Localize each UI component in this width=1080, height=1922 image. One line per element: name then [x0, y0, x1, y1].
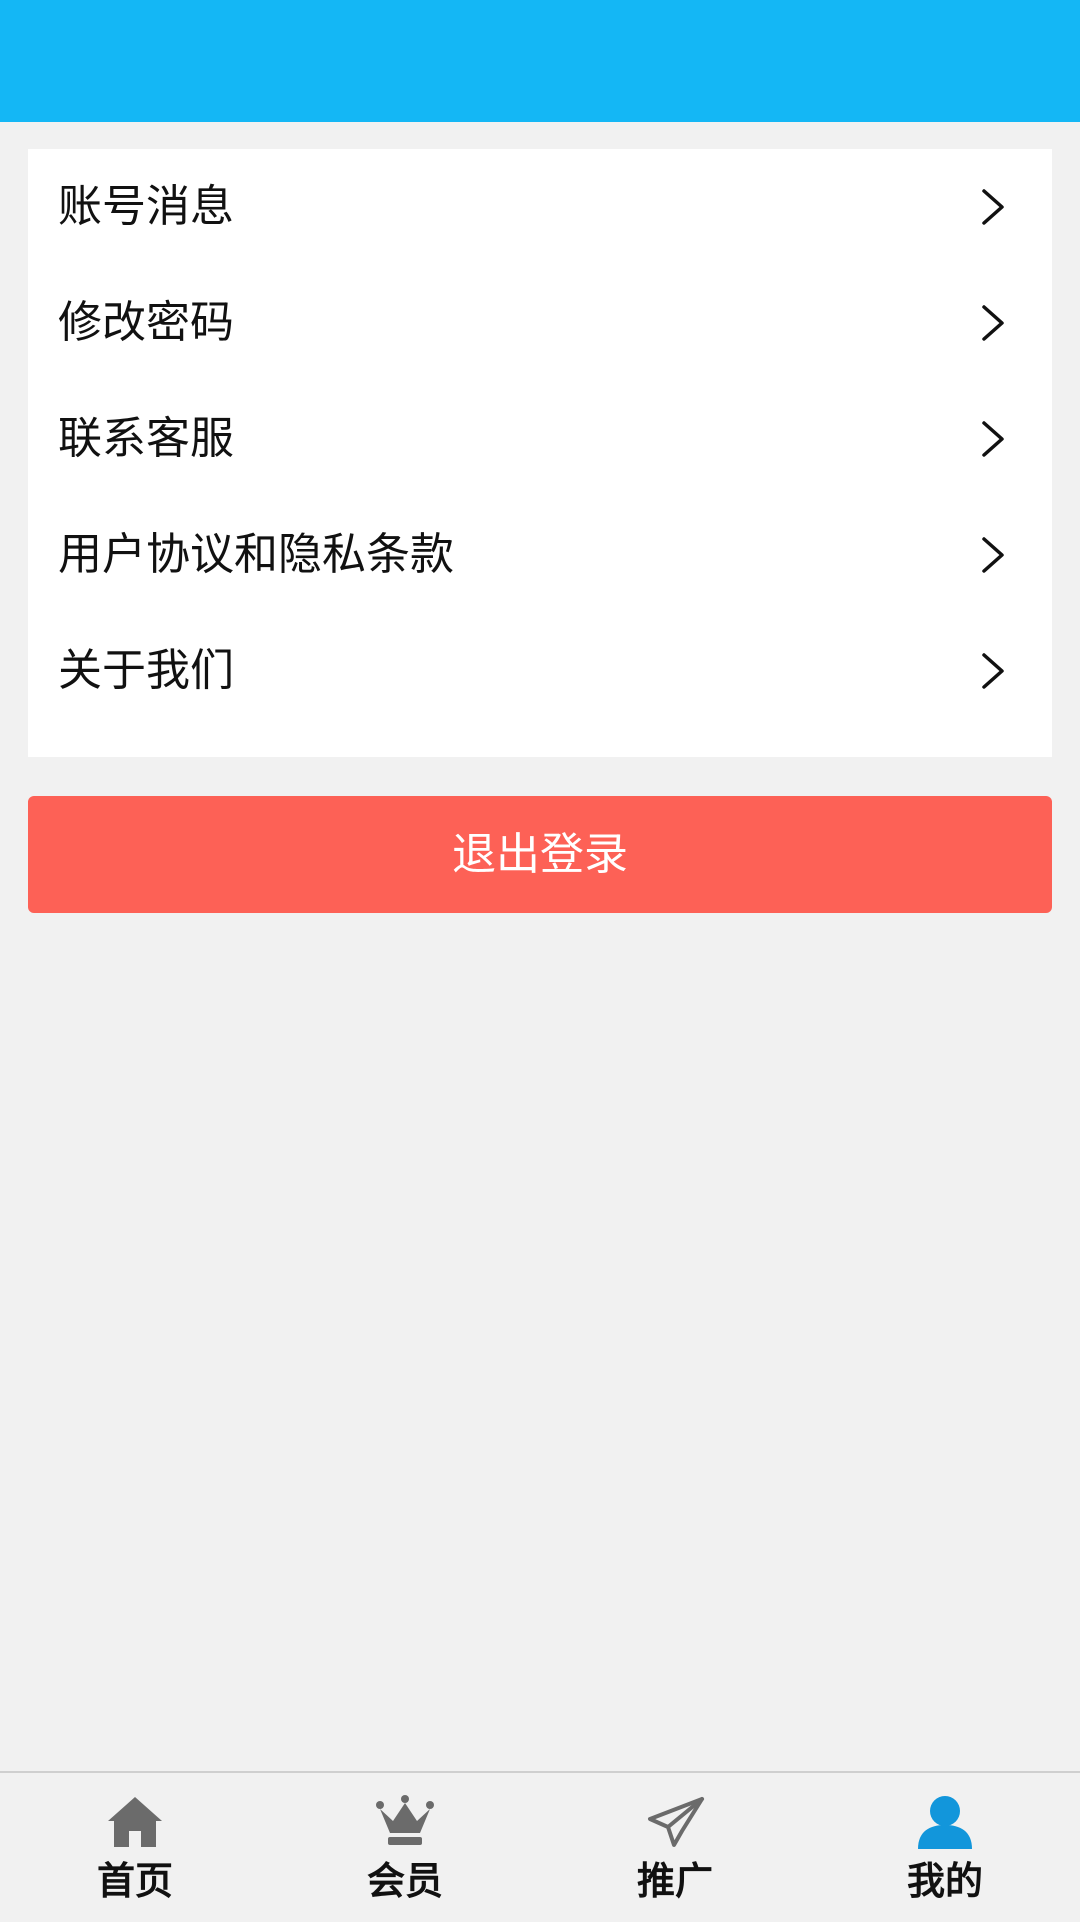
menu-item-account-messages[interactable]: 账号消息 — [28, 149, 1052, 265]
user-icon — [918, 1796, 972, 1849]
menu-item-label: 账号消息 — [58, 181, 234, 232]
tab-label: 首页 — [96, 1859, 173, 1903]
tab-home[interactable]: 首页 — [0, 1773, 270, 1922]
chevron-right-icon — [982, 189, 1004, 225]
menu-item-label: 用户协议和隐私条款 — [58, 529, 454, 580]
menu-item-about-us[interactable]: 关于我们 — [28, 613, 1052, 729]
menu-item-label: 修改密码 — [58, 297, 234, 348]
menu-item-user-agreement-privacy[interactable]: 用户协议和隐私条款 — [28, 497, 1052, 613]
tab-label: 我的 — [906, 1859, 983, 1903]
crown-icon — [376, 1795, 434, 1845]
tab-promote[interactable]: 推广 — [540, 1773, 810, 1922]
chevron-right-icon — [982, 421, 1004, 457]
tab-mine[interactable]: 我的 — [810, 1773, 1080, 1922]
logout-button[interactable]: 退出登录 — [28, 796, 1052, 913]
settings-menu: 账号消息 修改密码 联系客服 用户协议和隐私条款 关于我们 — [28, 149, 1052, 757]
menu-item-label: 关于我们 — [58, 645, 234, 696]
chevron-right-icon — [982, 537, 1004, 573]
menu-item-contact-support[interactable]: 联系客服 — [28, 381, 1052, 497]
header-bar — [0, 0, 1080, 122]
home-icon — [108, 1797, 162, 1847]
chevron-right-icon — [982, 653, 1004, 689]
bottom-tab-bar: 首页 会员 推广 我的 — [0, 1771, 1080, 1922]
tab-label: 推广 — [636, 1859, 713, 1903]
tab-member[interactable]: 会员 — [270, 1773, 540, 1922]
menu-item-label: 联系客服 — [58, 413, 234, 464]
tab-label: 会员 — [366, 1859, 443, 1903]
menu-item-change-password[interactable]: 修改密码 — [28, 265, 1052, 381]
chevron-right-icon — [982, 305, 1004, 341]
paper-plane-icon — [648, 1797, 704, 1847]
